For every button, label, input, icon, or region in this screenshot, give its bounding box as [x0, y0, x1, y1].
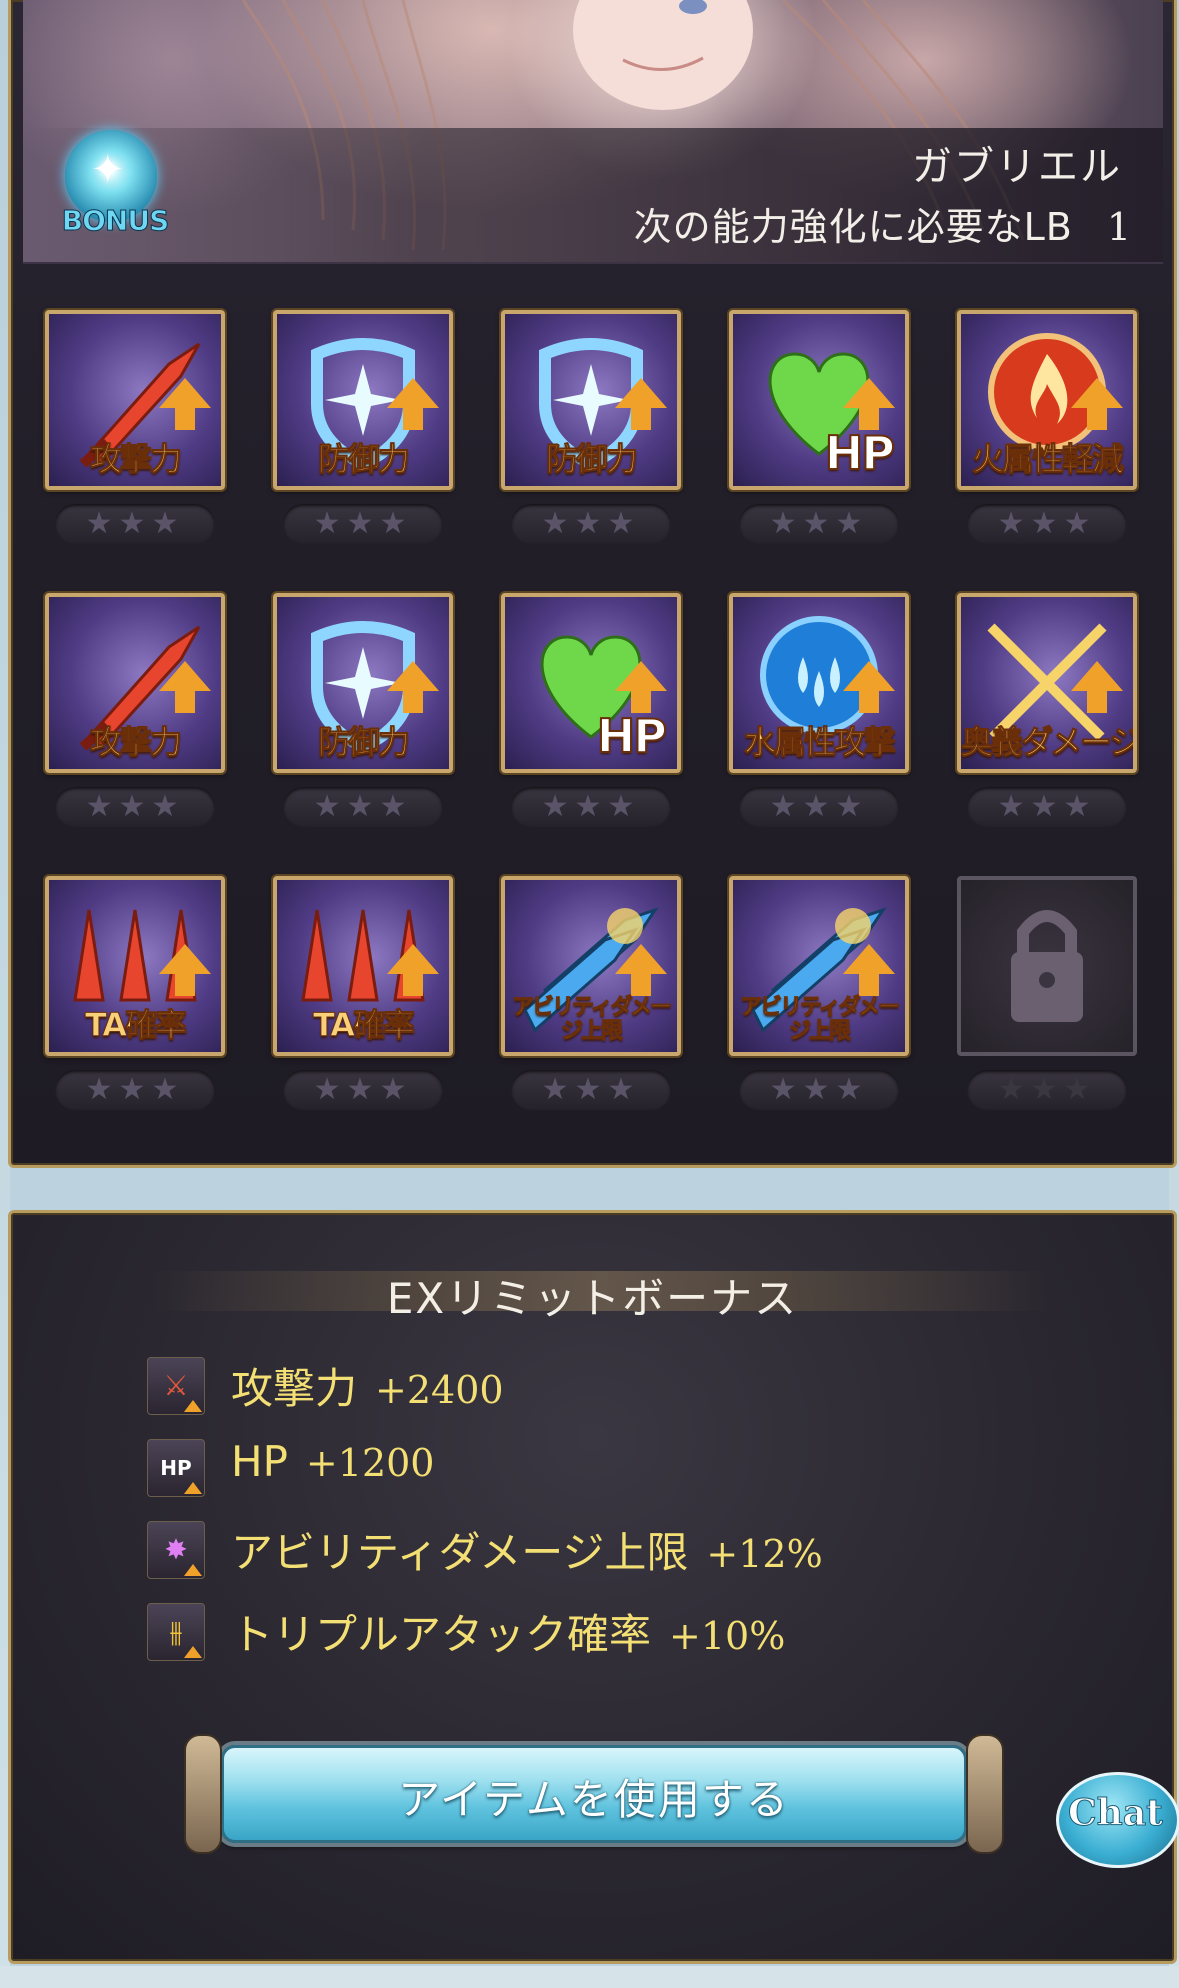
skill-star-rating: ★★★ — [967, 1070, 1127, 1110]
skill-tile-label: TA確率 — [312, 1006, 415, 1045]
upgrade-arrow-icon — [159, 661, 211, 713]
upgrade-arrow-icon — [387, 661, 439, 713]
skill-star-rating: ★★★ — [739, 504, 899, 544]
skill-star-rating: ★★★ — [55, 504, 215, 544]
bonus-name: アビリティダメージ上限 — [231, 1528, 689, 1577]
skill-star-rating: ★★★ — [55, 1070, 215, 1110]
skill-tile-label: 防御力 — [317, 440, 410, 479]
button-ornament-left — [184, 1734, 222, 1854]
skill-tile[interactable]: 防御力 — [273, 593, 453, 773]
upgrade-arrow-icon — [843, 378, 895, 430]
skill-tile[interactable]: 防御力 — [273, 310, 453, 490]
skill-tile[interactable]: HP — [729, 310, 909, 490]
ability-spark-icon: ✸ — [147, 1521, 205, 1579]
skill-tile-label: アビリティダメージ上限 — [511, 995, 672, 1044]
upgrade-arrow-icon — [159, 944, 211, 996]
chat-button[interactable]: Chat — [1056, 1772, 1179, 1868]
skill-tile[interactable]: 防御力 — [501, 310, 681, 490]
skill-star-rating: ★★★ — [511, 504, 671, 544]
bonus-value: +10% — [669, 1614, 786, 1658]
footer-strip — [0, 1966, 1179, 1988]
skill-star-rating: ★★★ — [511, 787, 671, 827]
bonus-name: トリプルアタック確率 — [231, 1610, 652, 1659]
skill-tile-label: 防御力 — [317, 723, 410, 762]
upgrade-arrow-icon — [843, 944, 895, 996]
skill-tile-label: HP — [824, 425, 896, 481]
lb-requirement-value: 1 — [1106, 205, 1132, 249]
upgrade-arrow-icon — [1071, 378, 1123, 430]
bonus-value: +12% — [706, 1532, 823, 1576]
skill-star-rating: ★★★ — [739, 1070, 899, 1110]
skill-star-rating: ★★★ — [967, 787, 1127, 827]
triple-spear-icon: ⫵ — [147, 1603, 205, 1661]
skill-tile[interactable]: アビリティダメージ上限 — [501, 876, 681, 1056]
bonus-name: HP — [231, 1437, 288, 1486]
bonus-name: 攻撃力 — [231, 1364, 358, 1413]
upgrade-arrow-icon — [159, 378, 211, 430]
limit-bonus-panel: ガブリエル 次の能力強化に必要なLB 1 ✦ BONUS 攻撃力 ★★★ 防御力 ★★★… — [8, 0, 1177, 1168]
skill-tile[interactable]: 攻撃力 — [45, 593, 225, 773]
upgrade-arrow-icon — [387, 944, 439, 996]
use-item-label: アイテムを使用する — [398, 1775, 790, 1824]
skill-tile[interactable]: TA確率 — [273, 876, 453, 1056]
ex-limit-bonus-title: EXリミットボーナス — [386, 1274, 799, 1323]
bonus-badge[interactable]: ✦ BONUS — [55, 122, 175, 242]
upgrade-arrow-icon — [1071, 661, 1123, 713]
skill-tile-label: 攻撃力 — [89, 440, 182, 479]
skill-tile-label: 攻撃力 — [89, 723, 182, 762]
bonus-badge-text: BONUS — [61, 204, 169, 238]
skill-tile-label: 防御力 — [545, 440, 638, 479]
lb-requirement-label: 次の能力強化に必要なLB — [633, 205, 1073, 249]
skill-tile[interactable]: 奥義ダメージ — [957, 593, 1137, 773]
skill-star-rating: ★★★ — [739, 787, 899, 827]
bonus-value: +1200 — [305, 1441, 435, 1485]
ex-limit-bonus-panel: EXリミットボーナス ⚔ 攻撃力 +2400 HP HP +1200 ✸ アビリティ… — [8, 1210, 1177, 1964]
character-name: ガブリエル — [912, 144, 1122, 190]
skill-star-rating: ★★★ — [283, 787, 443, 827]
skill-tile[interactable]: TA確率 — [45, 876, 225, 1056]
next-upgrade-lb-requirement: 次の能力強化に必要なLB 1 — [634, 196, 1132, 251]
upgrade-arrow-icon — [615, 661, 667, 713]
skill-tile-locked[interactable] — [957, 876, 1137, 1056]
skill-tile[interactable]: 火属性軽減 — [957, 310, 1137, 490]
skill-tile[interactable]: 水属性攻撃 — [729, 593, 909, 773]
sword-icon: ⚔ — [147, 1357, 205, 1415]
use-item-button[interactable]: アイテムを使用する — [184, 1734, 1004, 1854]
chat-label: Chat — [1068, 1792, 1164, 1835]
skill-tile-label: 火属性軽減 — [971, 440, 1124, 479]
skill-star-rating: ★★★ — [967, 504, 1127, 544]
lock-icon — [1011, 910, 1083, 1022]
upgrade-arrow-icon — [387, 378, 439, 430]
skill-tile-label: 水属性攻撃 — [743, 723, 896, 762]
skill-star-rating: ★★★ — [283, 1070, 443, 1110]
skill-tile[interactable]: アビリティダメージ上限 — [729, 876, 909, 1056]
skill-tile-label: TA確率 — [84, 1006, 187, 1045]
skill-tile[interactable]: 攻撃力 — [45, 310, 225, 490]
skill-tile-label: 奥義ダメージ — [961, 723, 1137, 762]
bonus-value: +2400 — [375, 1368, 504, 1412]
skill-star-rating: ★★★ — [283, 504, 443, 544]
upgrade-arrow-icon — [615, 944, 667, 996]
button-ornament-right — [966, 1734, 1004, 1854]
skill-star-rating: ★★★ — [511, 1070, 671, 1110]
upgrade-arrow-icon — [615, 378, 667, 430]
skill-tile[interactable]: HP — [501, 593, 681, 773]
upgrade-arrow-icon — [843, 661, 895, 713]
skill-star-rating: ★★★ — [55, 787, 215, 827]
skill-tile-label: HP — [596, 708, 668, 764]
skill-tile-label: アビリティダメージ上限 — [739, 995, 900, 1044]
sparkle-icon: ✦ — [91, 147, 125, 193]
hp-icon: HP — [147, 1439, 205, 1497]
